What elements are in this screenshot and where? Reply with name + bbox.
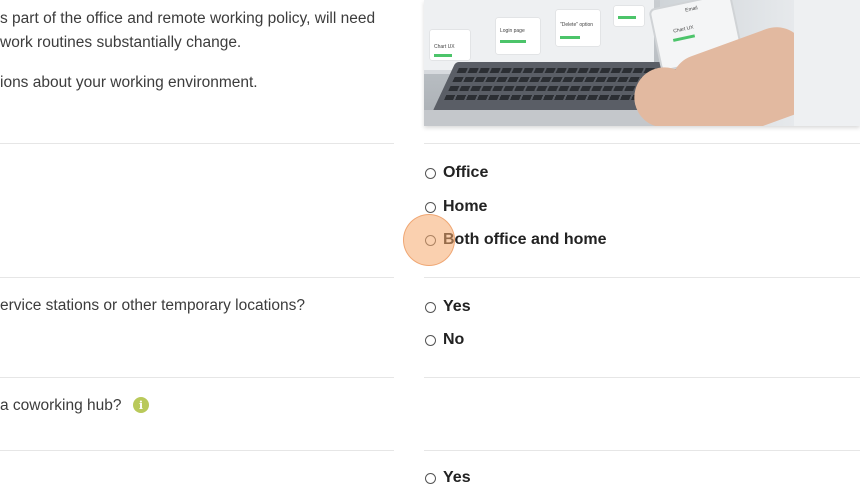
hero-card [614, 6, 644, 26]
hero-card: Chart UX [430, 30, 470, 60]
phone-bar [672, 34, 696, 42]
radio-button[interactable] [425, 201, 436, 213]
hero-card-title: Chart UX [434, 44, 455, 50]
sleeve [794, 0, 860, 126]
divider [424, 377, 860, 378]
hero-card-bar [434, 54, 452, 57]
radio-button[interactable] [425, 234, 436, 246]
radio-option-home[interactable]: Home [424, 197, 487, 217]
divider [0, 143, 394, 144]
radio-option-yes-partial[interactable]: Yes [424, 468, 471, 488]
hero-card-bar [560, 36, 580, 39]
question-temporary-locations: ervice stations or other temporary locat… [0, 297, 305, 314]
divider [0, 450, 394, 451]
hero-card-title: "Delete" option [560, 22, 594, 28]
hero-card: "Delete" option [556, 10, 600, 46]
hero-card-bar [500, 40, 526, 43]
divider [0, 377, 394, 378]
phone-text: Chart UX [672, 24, 695, 35]
divider [424, 143, 860, 144]
option-label: Yes [443, 298, 471, 315]
radio-button[interactable] [425, 334, 436, 346]
option-label: Office [443, 164, 489, 181]
option-label: Both office and home [443, 231, 607, 248]
radio-button[interactable] [425, 301, 436, 313]
radio-option-no[interactable]: No [424, 330, 464, 350]
intro-line-3: ions about your working environment. [0, 74, 258, 91]
intro-line-2: work routines substantially change. [0, 34, 242, 51]
intro-line-1: s part of the office and remote working … [0, 10, 376, 27]
hero-card-title: Login page [500, 28, 525, 34]
phone-text: Email [684, 5, 699, 14]
hero-image: Chart UX Login page "Delete" option Char… [424, 0, 860, 126]
radio-button[interactable] [425, 472, 436, 484]
option-label: Home [443, 198, 488, 215]
radio-option-both[interactable]: Both office and home [424, 230, 607, 250]
hero-card-bar [618, 16, 636, 19]
hero-card: Login page [496, 18, 540, 54]
divider [424, 450, 860, 451]
question-coworking-hub: a coworking hub? [0, 397, 122, 414]
radio-option-yes[interactable]: Yes [424, 297, 471, 317]
option-label: No [443, 331, 465, 348]
info-icon[interactable]: i [133, 397, 149, 413]
radio-button[interactable] [425, 167, 436, 179]
radio-option-office[interactable]: Office [424, 163, 488, 183]
option-label: Yes [443, 469, 471, 486]
divider [0, 277, 394, 278]
divider [424, 277, 860, 278]
